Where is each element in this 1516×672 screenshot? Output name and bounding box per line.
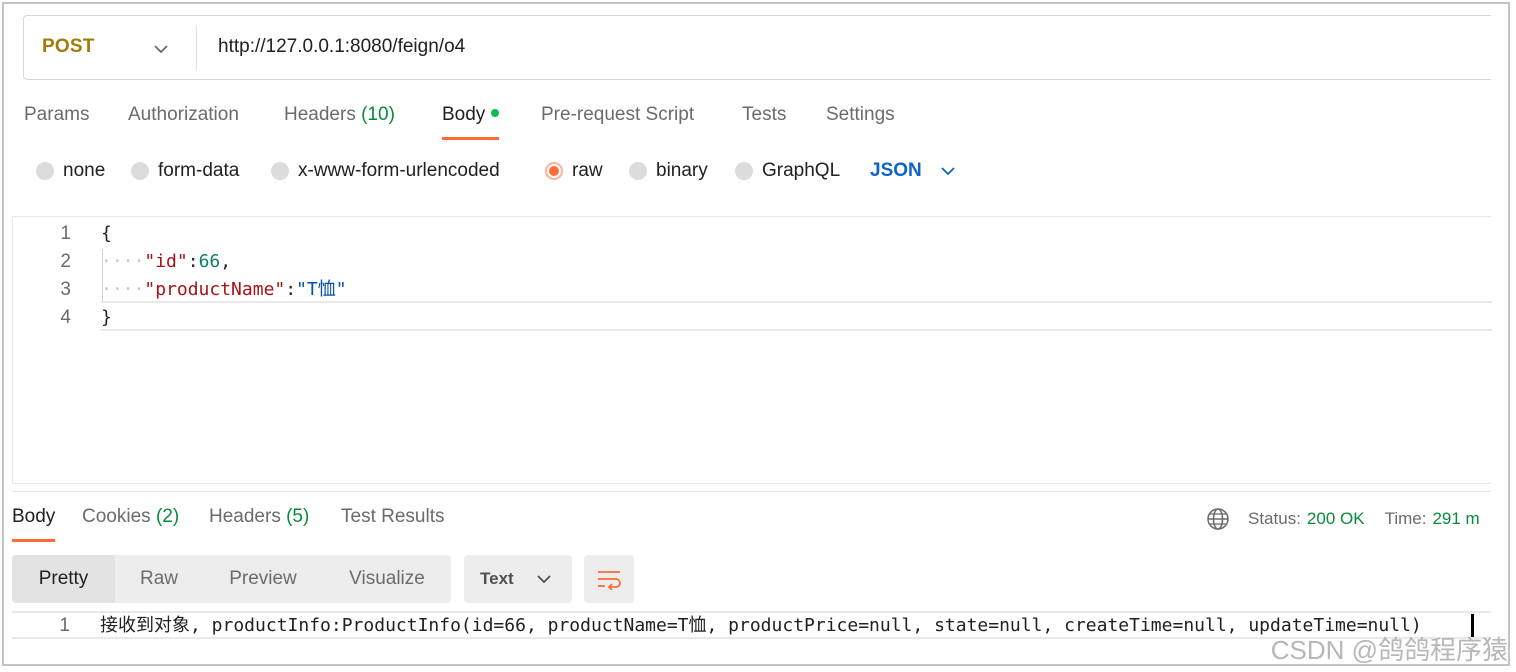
time-value[interactable]: 291 m <box>1432 509 1479 529</box>
line-number: 1 <box>60 223 71 244</box>
response-tab-cookies-label: Cookies <box>82 506 151 527</box>
line-number: 1 <box>59 615 70 636</box>
response-text: 接收到对象, productInfo:ProductInfo(id=66, pr… <box>100 615 1422 636</box>
response-body-viewer[interactable]: 1 接收到对象, productInfo:ProductInfo(id=66, … <box>12 611 1491 639</box>
raw-format-select[interactable]: JSON <box>870 160 956 182</box>
method-select[interactable]: POST <box>42 36 95 58</box>
close-brace: } <box>101 307 112 328</box>
radio-form-data[interactable]: form-data <box>131 160 239 182</box>
radio-circle <box>735 162 753 180</box>
response-view-mode-group: Pretty Raw Preview Visualize <box>12 555 451 603</box>
radio-graphql[interactable]: GraphQL <box>735 160 840 182</box>
wrap-lines-icon <box>598 571 621 590</box>
radio-circle <box>131 162 149 180</box>
radio-raw[interactable]: raw <box>545 160 603 182</box>
tab-params[interactable]: Params <box>24 104 89 126</box>
chevron-down-icon <box>537 575 551 584</box>
json-number: 66 <box>198 251 221 272</box>
response-tab-test-results[interactable]: Test Results <box>341 506 444 528</box>
radio-x-www-form-urlencoded[interactable]: x-www-form-urlencoded <box>271 160 500 182</box>
url-input[interactable] <box>218 36 1118 58</box>
json-string: "T恤" <box>296 279 347 300</box>
json-key: "productName" <box>144 279 286 300</box>
response-tab-headers-label: Headers <box>209 506 281 527</box>
tab-settings[interactable]: Settings <box>826 104 895 126</box>
response-tab-cookies[interactable]: Cookies (2) <box>82 506 179 528</box>
indent-whitespace: ···· <box>101 279 145 300</box>
indent-guide <box>102 249 103 301</box>
view-pretty-button[interactable]: Pretty <box>12 555 115 603</box>
radio-circle-checked <box>545 162 563 180</box>
time-label: Time: <box>1384 509 1427 528</box>
status-value[interactable]: 200 OK <box>1307 509 1365 529</box>
wrap-lines-button[interactable] <box>584 555 634 603</box>
line-number: 4 <box>60 307 71 328</box>
chevron-down-icon <box>941 167 955 176</box>
code-line: 2 ····"id":66, <box>13 248 1492 276</box>
code-text: } <box>101 304 112 332</box>
code-line: 4 } <box>13 304 1492 332</box>
code-text: { <box>101 220 112 248</box>
line-number: 3 <box>60 279 71 300</box>
radio-circle <box>36 162 54 180</box>
response-tab-cookies-count: (2) <box>155 506 180 527</box>
radio-binary[interactable]: binary <box>629 160 708 182</box>
code-line: 3 ····"productName":"T恤" <box>13 276 1492 304</box>
view-raw-button[interactable]: Raw <box>115 555 203 603</box>
radio-form-data-label: form-data <box>158 160 240 181</box>
request-body-editor[interactable]: 1 { 2 ····"id":66, 3 ····"productName":"… <box>12 216 1492 484</box>
radio-none[interactable]: none <box>36 160 105 182</box>
colon: : <box>187 251 199 272</box>
response-format-label: Text <box>480 569 514 588</box>
status-label: Status: <box>1248 509 1301 528</box>
radio-none-label: none <box>63 160 106 181</box>
view-preview-button[interactable]: Preview <box>203 555 323 603</box>
radio-circle <box>629 162 647 180</box>
indent-whitespace: ···· <box>101 251 145 272</box>
globe-icon[interactable] <box>1206 507 1230 531</box>
colon: : <box>285 279 297 300</box>
watermark: CSDN @鸽鸽程序猿 <box>1270 635 1508 665</box>
tab-body-label: Body <box>442 104 486 125</box>
radio-binary-label: binary <box>656 160 708 181</box>
tab-headers-count: (10) <box>361 104 395 125</box>
request-url-bar: POST <box>23 15 1491 80</box>
code-text: ····"productName":"T恤" <box>101 276 347 304</box>
response-divider[interactable] <box>12 491 1491 492</box>
code-line: 1 { <box>13 220 1492 248</box>
code-text: ····"id":66, <box>101 248 231 276</box>
comma: , <box>220 251 232 272</box>
line-number: 2 <box>60 251 71 272</box>
raw-format-label: JSON <box>870 160 922 181</box>
radio-raw-label: raw <box>572 160 603 181</box>
open-brace: { <box>101 223 112 244</box>
body-indicator-dot <box>491 109 500 117</box>
json-key: "id" <box>144 251 188 272</box>
radio-graphql-label: GraphQL <box>762 160 841 181</box>
chevron-down-icon[interactable] <box>152 40 170 58</box>
tab-authorization[interactable]: Authorization <box>128 104 239 126</box>
response-status: Status: 200 OK Time: 291 m <box>1206 506 1480 532</box>
response-format-select[interactable]: Text <box>464 555 572 603</box>
response-tab-headers[interactable]: Headers (5) <box>209 506 309 528</box>
tab-pre-request-script[interactable]: Pre-request Script <box>541 104 694 126</box>
response-tab-body[interactable]: Body <box>12 506 56 542</box>
radio-circle <box>271 162 289 180</box>
url-divider <box>196 26 197 70</box>
tab-tests[interactable]: Tests <box>742 104 786 126</box>
radio-urlencoded-label: x-www-form-urlencoded <box>298 160 500 181</box>
tab-headers[interactable]: Headers (10) <box>284 104 395 126</box>
tab-headers-label: Headers <box>284 104 356 125</box>
view-visualize-button[interactable]: Visualize <box>323 555 451 603</box>
tab-body[interactable]: Body <box>442 104 500 140</box>
response-tab-headers-count: (5) <box>286 506 310 527</box>
